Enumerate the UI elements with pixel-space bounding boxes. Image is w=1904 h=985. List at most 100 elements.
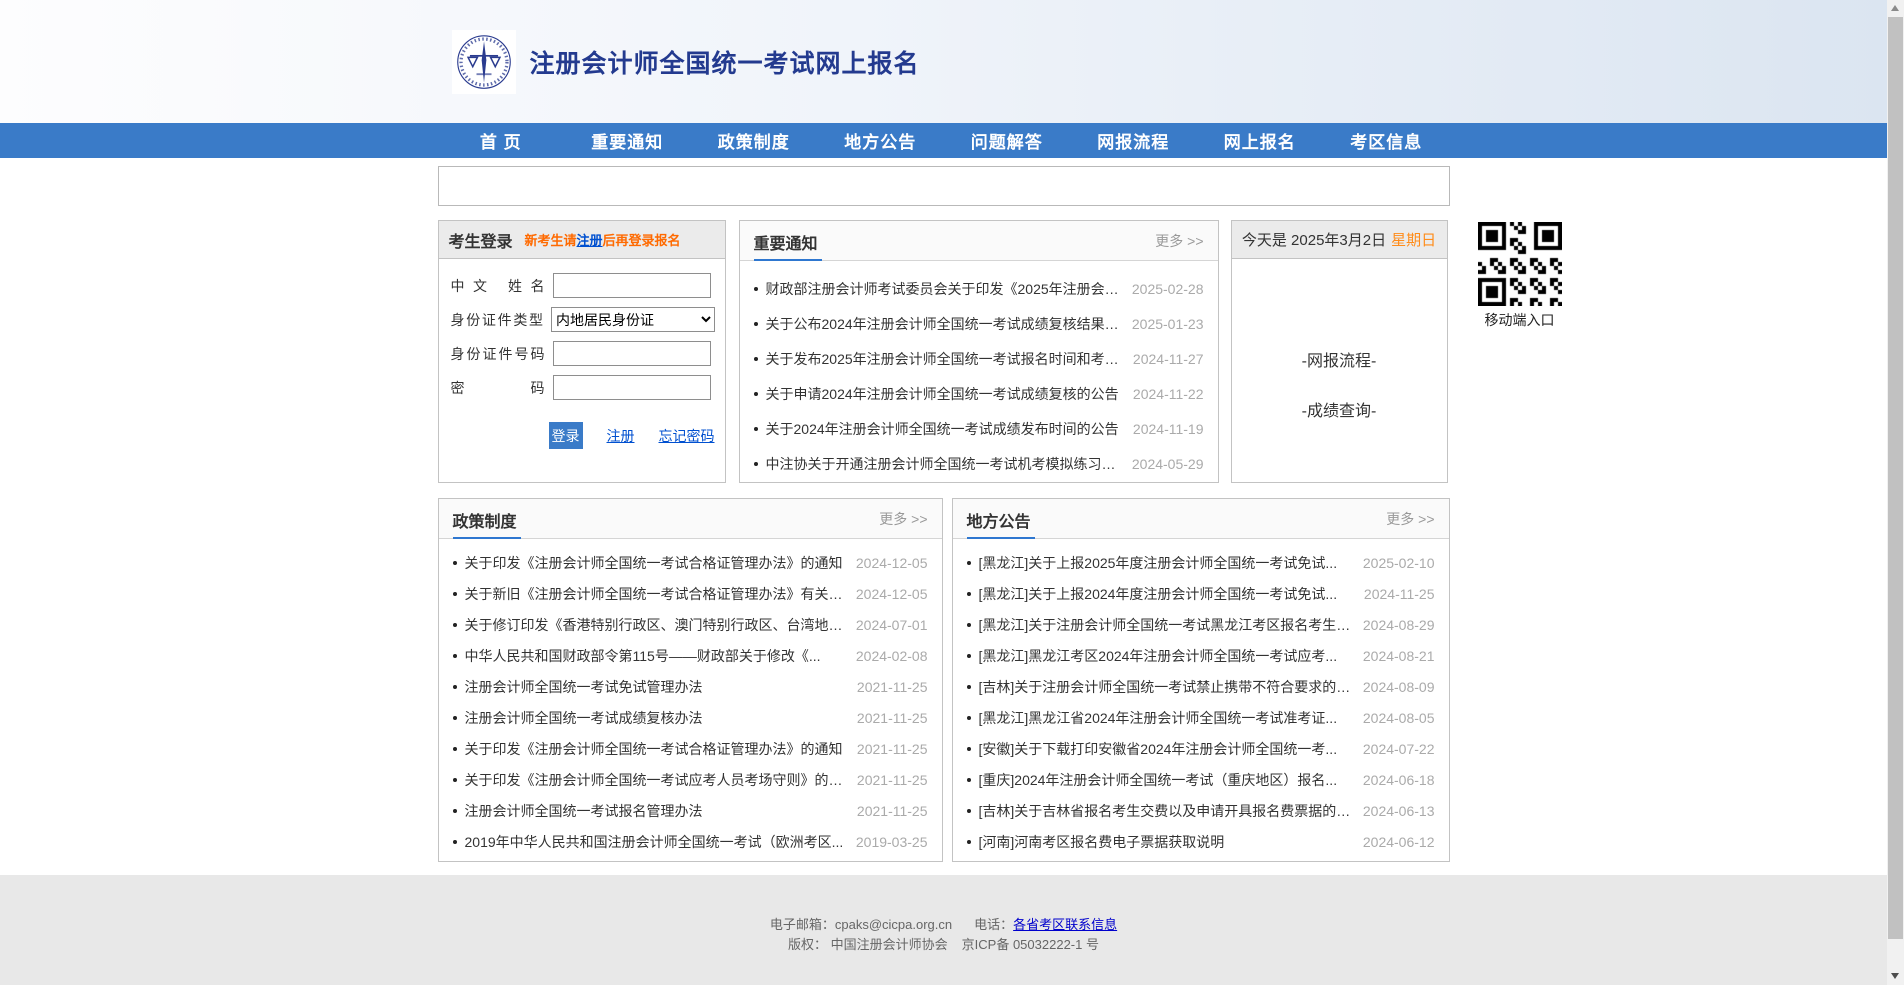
announcement-banner xyxy=(438,166,1450,206)
policy-item-text[interactable]: 关于印发《注册会计师全国统一考试合格证管理办法》的通知 xyxy=(465,553,843,573)
policy-item-text[interactable]: 关于修订印发《香港特别行政区、澳门特别行政区、台湾地区居... xyxy=(465,615,846,635)
local-item-text[interactable]: [河南]河南考区报名费电子票据获取说明 xyxy=(979,832,1225,852)
local-item-text[interactable]: [安徽]关于下载打印安徽省2024年注册会计师全国统一考... xyxy=(979,739,1338,759)
quick-link[interactable]: -网报流程- xyxy=(1232,347,1447,371)
local-more-link[interactable]: 更多 >> xyxy=(1386,499,1434,529)
policy-item-date: 2021-11-25 xyxy=(847,772,928,788)
policy-list-item[interactable]: 关于印发《注册会计师全国统一考试应考人员考场守则》的通知 2021-11-25 xyxy=(453,764,928,795)
notice-item-text[interactable]: 关于2024年注册会计师全国统一考试成绩发布时间的公告 xyxy=(766,419,1119,439)
policy-item-text[interactable]: 注册会计师全国统一考试报名管理办法 xyxy=(465,801,703,821)
local-list-item[interactable]: [重庆]2024年注册会计师全国统一考试（重庆地区）报名... 2024-06-… xyxy=(967,764,1435,795)
policy-list-item[interactable]: 注册会计师全国统一考试免试管理办法 2021-11-25 xyxy=(453,671,928,702)
policy-item-date: 2024-02-08 xyxy=(846,648,928,664)
policy-list-item[interactable]: 中华人民共和国财政部令第115号——财政部关于修改《... 2024-02-08 xyxy=(453,640,928,671)
local-item-text[interactable]: [黑龙江]关于上报2024年度注册会计师全国统一考试免试... xyxy=(979,584,1338,604)
email-value: cpaks@cicpa.org.cn xyxy=(835,917,952,932)
local-list-item[interactable]: [黑龙江]黑龙江考区2024年注册会计师全国统一考试应考... 2024-08-… xyxy=(967,640,1435,671)
policy-list-item[interactable]: 关于修订印发《香港特别行政区、澳门特别行政区、台湾地区居... 2024-07-… xyxy=(453,609,928,640)
nav-item[interactable]: 网报流程 xyxy=(1070,123,1197,158)
policy-item-text[interactable]: 关于印发《注册会计师全国统一考试合格证管理办法》的通知 xyxy=(465,739,843,759)
notice-item-text[interactable]: 关于发布2025年注册会计师全国统一考试报名时间和考试时... xyxy=(766,349,1123,369)
notice-item-text[interactable]: 关于公布2024年注册会计师全国统一考试成绩复核结果的公... xyxy=(766,314,1122,334)
vertical-scrollbar[interactable] xyxy=(1887,0,1904,985)
policy-list-item[interactable]: 关于印发《注册会计师全国统一考试合格证管理办法》的通知 2021-11-25 xyxy=(453,733,928,764)
phone-label: 电话： xyxy=(974,917,1013,932)
scrollbar-thumb[interactable] xyxy=(1888,17,1903,939)
policy-more-link[interactable]: 更多 >> xyxy=(879,499,927,529)
policy-item-text[interactable]: 注册会计师全国统一考试免试管理办法 xyxy=(465,677,703,697)
bullet-icon xyxy=(967,685,971,689)
policy-item-text[interactable]: 关于印发《注册会计师全国统一考试应考人员考场守则》的通知 xyxy=(465,770,847,790)
local-list-item[interactable]: [黑龙江]黑龙江省2024年注册会计师全国统一考试准考证... 2024-08-… xyxy=(967,702,1435,733)
notice-list-item[interactable]: 关于2024年注册会计师全国统一考试成绩发布时间的公告 2024-11-19 xyxy=(754,413,1204,444)
register-inline-link[interactable]: 注册 xyxy=(577,233,603,248)
notice-list-item[interactable]: 财政部注册会计师考试委员会关于印发《2025年注册会计师... 2025-02-… xyxy=(754,273,1204,304)
local-list-item[interactable]: [安徽]关于下载打印安徽省2024年注册会计师全国统一考... 2024-07-… xyxy=(967,733,1435,764)
quick-link[interactable]: -成绩查询- xyxy=(1232,397,1447,421)
policy-list-item[interactable]: 注册会计师全国统一考试成绩复核办法 2021-11-25 xyxy=(453,702,928,733)
policy-list-item[interactable]: 2019年中华人民共和国注册会计师全国统一考试（欧洲考区... 2019-03-… xyxy=(453,826,928,857)
nav-item[interactable]: 问题解答 xyxy=(944,123,1071,158)
notice-list-item[interactable]: 中注协关于开通注册会计师全国统一考试机考模拟练习网站的公... 2024-05-… xyxy=(754,448,1204,479)
local-list-item[interactable]: [吉林]关于注册会计师全国统一考试禁止携带不符合要求的计... 2024-08-… xyxy=(967,671,1435,702)
local-item-text[interactable]: [黑龙江]关于注册会计师全国统一考试黑龙江考区报名考生申... xyxy=(979,615,1353,635)
notice-item-date: 2025-01-23 xyxy=(1122,316,1204,332)
contact-info-link[interactable]: 各省考区联系信息 xyxy=(1013,917,1117,932)
nav-item[interactable]: 地方公告 xyxy=(817,123,944,158)
site-footer: 电子邮箱：cpaks@cicpa.org.cn电话：各省考区联系信息 版权： 中… xyxy=(0,875,1887,985)
today-panel: 今天是 2025年3月2日 星期日 -网报流程- -成绩查询- xyxy=(1231,220,1448,483)
notice-item-date: 2024-11-27 xyxy=(1123,351,1204,367)
scroll-up-arrow-icon[interactable] xyxy=(1891,5,1899,11)
password-input[interactable] xyxy=(553,375,711,400)
local-list-item[interactable]: [黑龙江]关于注册会计师全国统一考试黑龙江考区报名考生申... 2024-08-… xyxy=(967,609,1435,640)
policy-item-text[interactable]: 中华人民共和国财政部令第115号——财政部关于修改《... xyxy=(465,646,821,666)
local-item-text[interactable]: [重庆]2024年注册会计师全国统一考试（重庆地区）报名... xyxy=(979,770,1338,790)
local-list-item[interactable]: [吉林]关于吉林省报名考生交费以及申请开具报名费票据的通... 2024-06-… xyxy=(967,795,1435,826)
local-list-item[interactable]: [黑龙江]关于上报2025年度注册会计师全国统一考试免试... 2025-02-… xyxy=(967,547,1435,578)
nav-item[interactable]: 政策制度 xyxy=(691,123,818,158)
id-type-select[interactable]: 内地居民身份证 xyxy=(551,307,714,332)
notice-list-item[interactable]: 关于申请2024年注册会计师全国统一考试成绩复核的公告 2024-11-22 xyxy=(754,378,1204,409)
local-item-text[interactable]: [黑龙江]关于上报2025年度注册会计师全国统一考试免试... xyxy=(979,553,1338,573)
policy-list-item[interactable]: 关于印发《注册会计师全国统一考试合格证管理办法》的通知 2024-12-05 xyxy=(453,547,928,578)
today-date: 今天是 2025年3月2日 xyxy=(1242,229,1386,250)
name-input[interactable] xyxy=(553,273,711,298)
local-list-item[interactable]: [黑龙江]关于上报2024年度注册会计师全国统一考试免试... 2024-11-… xyxy=(967,578,1435,609)
notice-item-text[interactable]: 关于申请2024年注册会计师全国统一考试成绩复核的公告 xyxy=(766,384,1119,404)
bullet-icon xyxy=(754,322,758,326)
notice-item-text[interactable]: 财政部注册会计师考试委员会关于印发《2025年注册会计师... xyxy=(766,279,1122,299)
local-item-date: 2024-08-21 xyxy=(1353,648,1435,664)
policy-list-item[interactable]: 注册会计师全国统一考试报名管理办法 2021-11-25 xyxy=(453,795,928,826)
bullet-icon xyxy=(967,592,971,596)
cicpa-logo-icon xyxy=(452,30,516,94)
notice-list-item[interactable]: 关于公布2024年注册会计师全国统一考试成绩复核结果的公... 2025-01-… xyxy=(754,308,1204,339)
id-number-input[interactable] xyxy=(553,341,711,366)
cicpa-logo-icon xyxy=(454,32,514,92)
qr-code-image xyxy=(1478,222,1562,306)
local-item-date: 2024-06-12 xyxy=(1353,834,1435,850)
bullet-icon xyxy=(453,778,457,782)
notice-list-item[interactable]: 关于发布2025年注册会计师全国统一考试报名时间和考试时... 2024-11-… xyxy=(754,343,1204,374)
local-list-item[interactable]: [河南]河南考区报名费电子票据获取说明 2024-06-12 xyxy=(967,826,1435,857)
nav-item[interactable]: 考区信息 xyxy=(1323,123,1450,158)
notices-more-link[interactable]: 更多 >> xyxy=(1155,221,1203,251)
nav-item[interactable]: 首 页 xyxy=(438,123,565,158)
nav-item[interactable]: 网上报名 xyxy=(1197,123,1324,158)
nav-item[interactable]: 重要通知 xyxy=(564,123,691,158)
local-item-text[interactable]: [吉林]关于吉林省报名考生交费以及申请开具报名费票据的通... xyxy=(979,801,1353,821)
policy-item-text[interactable]: 关于新旧《注册会计师全国统一考试合格证管理办法》有关衔接... xyxy=(465,584,846,604)
policy-list-item[interactable]: 关于新旧《注册会计师全国统一考试合格证管理办法》有关衔接... 2024-12-… xyxy=(453,578,928,609)
register-link[interactable]: 注册 xyxy=(607,426,635,446)
notice-item-text[interactable]: 中注协关于开通注册会计师全国统一考试机考模拟练习网站的公... xyxy=(766,454,1122,474)
policy-item-text[interactable]: 注册会计师全国统一考试成绩复核办法 xyxy=(465,708,703,728)
policy-item-text[interactable]: 2019年中华人民共和国注册会计师全国统一考试（欧洲考区... xyxy=(465,832,844,852)
local-item-text[interactable]: [黑龙江]黑龙江考区2024年注册会计师全国统一考试应考... xyxy=(979,646,1338,666)
bullet-icon xyxy=(967,561,971,565)
scroll-down-arrow-icon[interactable] xyxy=(1891,973,1899,979)
login-button[interactable]: 登录 xyxy=(549,422,583,449)
forgot-password-link[interactable]: 忘记密码 xyxy=(659,426,715,446)
page-title: 注册会计师全国统一考试网上报名 xyxy=(530,44,920,80)
local-item-text[interactable]: [黑龙江]黑龙江省2024年注册会计师全国统一考试准考证... xyxy=(979,708,1338,728)
local-item-text[interactable]: [吉林]关于注册会计师全国统一考试禁止携带不符合要求的计... xyxy=(979,677,1353,697)
policy-item-date: 2024-07-01 xyxy=(846,617,928,633)
